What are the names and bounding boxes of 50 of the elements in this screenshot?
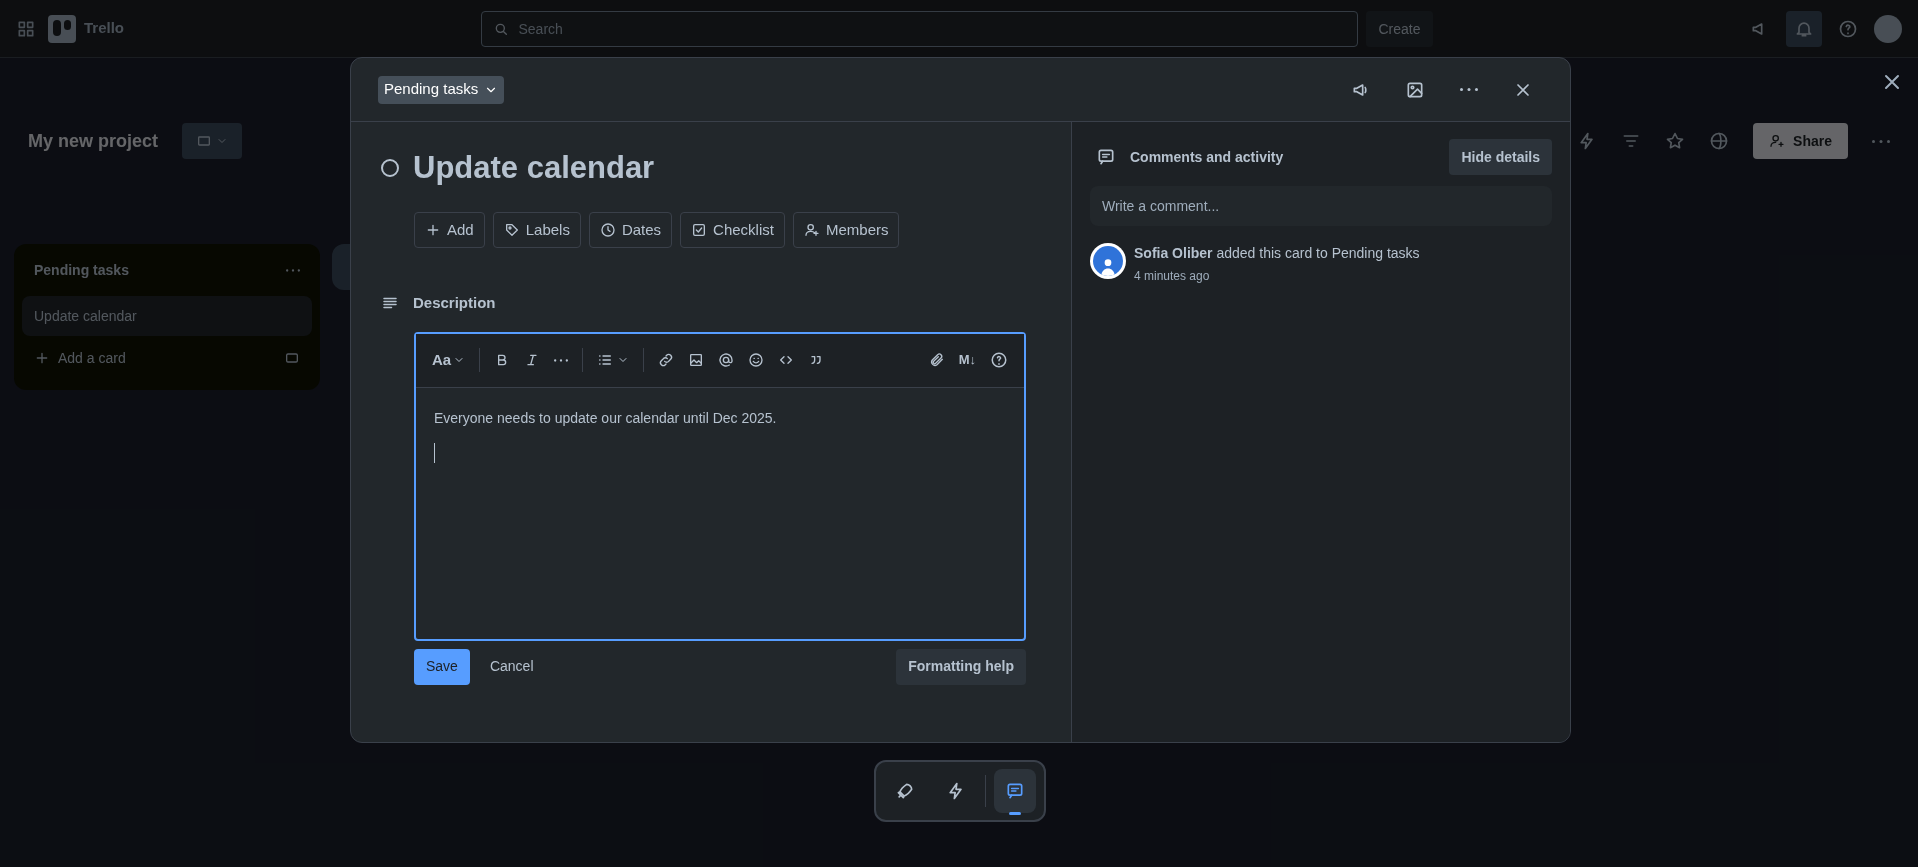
emoji-icon (748, 352, 765, 368)
paperclip-icon (928, 352, 945, 368)
checkbox-icon (691, 222, 708, 238)
plus-icon (34, 350, 50, 366)
text-style-button[interactable]: Aa (432, 348, 466, 372)
section-heading: Description (413, 293, 496, 313)
description-editor[interactable]: Aa M↓ Everyone needs to update our calendar until Dec 2025. (414, 331, 1026, 641)
hide-details-button[interactable]: Hide details (1449, 139, 1552, 175)
comment-icon (1096, 147, 1116, 167)
clock-icon (599, 222, 616, 238)
logo-icon (48, 14, 76, 43)
complete-checkbox[interactable] (381, 159, 399, 177)
globe-icon (1709, 131, 1730, 151)
formatting-help-button[interactable]: Formatting help (896, 648, 1026, 685)
more-icon (554, 358, 569, 362)
more-icon (286, 268, 300, 272)
cancel-button[interactable]: Cancel (477, 648, 546, 685)
action-button[interactable]: Checklist (680, 212, 785, 248)
avatar-icon[interactable] (1090, 243, 1126, 279)
markdown-label[interactable]: M↓ (958, 350, 976, 370)
star-icon (1665, 131, 1686, 151)
person-add-icon (803, 222, 820, 238)
board-icon (196, 133, 213, 149)
link-icon (658, 352, 675, 368)
help-icon (1838, 18, 1858, 39)
action-button[interactable]: Dates (588, 212, 673, 248)
card-title[interactable]: Update calendar (413, 146, 655, 190)
help-icon (990, 351, 1008, 369)
more-icon (1872, 139, 1890, 143)
comment-field[interactable]: Write a comment... (1090, 186, 1552, 226)
activity-text: Sofia Oliber added this card to Pending tasks (1134, 244, 1420, 263)
section-heading: Comments and activity (1130, 147, 1284, 167)
action-button[interactable]: Add (414, 212, 485, 248)
action-button[interactable]: Members (792, 212, 900, 248)
image-icon (688, 352, 705, 368)
template-icon (284, 350, 300, 366)
view-switcher-button[interactable] (182, 123, 243, 159)
action-button[interactable]: Labels (492, 212, 581, 248)
tag-icon (503, 222, 520, 238)
description-text[interactable]: Everyone needs to update our calendar until Dec 2025. (434, 407, 1006, 429)
person-add-icon (1769, 133, 1786, 149)
activity-time[interactable]: 4 minutes ago (1134, 267, 1420, 285)
mention-icon (718, 352, 735, 368)
list-icon (597, 352, 614, 368)
more-icon (1460, 88, 1478, 91)
save-button[interactable]: Save (414, 648, 470, 685)
plus-icon (425, 222, 441, 238)
list-dropdown[interactable]: Pending tasks (378, 75, 505, 104)
dock-button[interactable] (993, 769, 1036, 813)
search-field[interactable]: Search (481, 10, 1359, 47)
